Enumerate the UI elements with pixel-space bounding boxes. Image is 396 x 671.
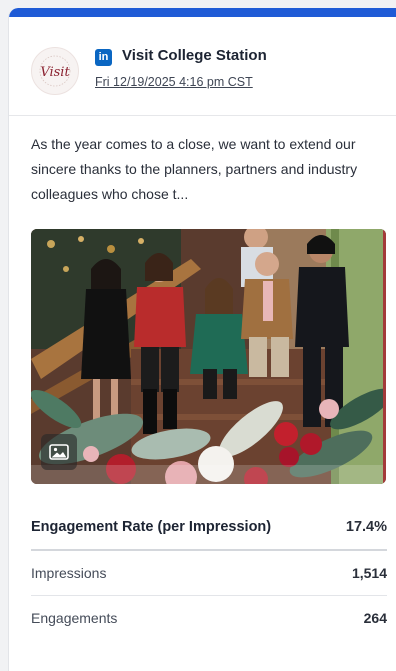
metric-row-engagement-rate: Engagement Rate (per Impression) 17.4%: [31, 505, 387, 551]
metric-row-engagements: Engagements 264: [31, 596, 387, 640]
metric-label: Engagement Rate (per Impression): [31, 519, 272, 535]
avatar[interactable]: Visit: [31, 47, 79, 95]
card-accent-bar: [9, 8, 396, 17]
metric-value: 264: [363, 610, 387, 626]
visit-logo-icon: Visit: [39, 55, 70, 87]
metric-row-impressions: Impressions 1,514: [31, 551, 387, 596]
post-image[interactable]: [31, 229, 386, 484]
linkedin-icon: in: [95, 49, 112, 66]
group-photo: [31, 229, 386, 484]
metric-value: 17.4%: [345, 519, 387, 535]
svg-text:Visit: Visit: [40, 65, 70, 80]
post-header: Visit in Visit College Station Fri 12/19…: [9, 17, 396, 116]
post-timestamp-link[interactable]: Fri 12/19/2025 4:16 pm CST: [95, 75, 253, 89]
post-text: As the year comes to a close, we want to…: [31, 136, 358, 202]
image-icon[interactable]: [41, 434, 77, 470]
account-name[interactable]: Visit College Station: [122, 47, 267, 64]
image-glyph-icon: [49, 444, 69, 460]
metric-label: Engagements: [31, 610, 118, 626]
metrics-table: Engagement Rate (per Impression) 17.4% I…: [31, 505, 387, 640]
post-card[interactable]: Visit in Visit College Station Fri 12/19…: [8, 8, 396, 671]
metric-value: 1,514: [351, 565, 387, 581]
metric-label: Impressions: [31, 565, 107, 581]
